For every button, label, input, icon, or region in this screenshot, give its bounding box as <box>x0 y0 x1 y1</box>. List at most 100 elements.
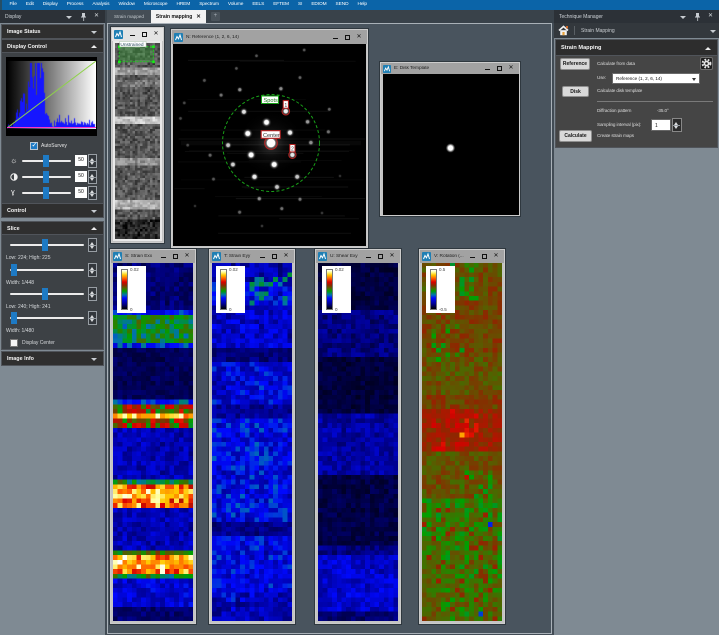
survey-window-titlebar[interactable]: ✕ <box>112 28 163 41</box>
disk-window-titlebar[interactable]: E: Disk Template ✕ <box>381 63 519 74</box>
autosurvey-checkbox[interactable] <box>30 142 38 150</box>
menu-help[interactable]: Help <box>353 0 371 10</box>
slice-spinner3[interactable] <box>88 287 97 301</box>
shear-exy-window-titlebar[interactable]: U: Shear Exy ✕ <box>316 250 400 263</box>
slice-spinner2[interactable] <box>88 263 97 277</box>
brightness-slider-thumb[interactable] <box>43 155 49 167</box>
brightness-spinner[interactable] <box>88 154 97 168</box>
close-button[interactable]: ✕ <box>150 28 162 41</box>
slice-slider4-thumb[interactable] <box>11 312 17 324</box>
menu-display[interactable]: Display <box>38 0 62 10</box>
sampling-interval-input[interactable]: 1 <box>651 119 671 131</box>
close-icon[interactable]: ✕ <box>708 13 713 20</box>
chevron-down-icon[interactable] <box>680 13 687 20</box>
menu-volume[interactable]: Volume <box>223 0 247 10</box>
strain-eyy-window[interactable]: T: Strain Eyy ✕ 0.02 0 <box>209 249 295 624</box>
home-icon[interactable] <box>558 25 569 36</box>
menu-analysis[interactable]: Analysis <box>88 0 114 10</box>
diffraction-pattern[interactable]: Spots Center 1 2 <box>173 44 366 246</box>
gamma-curve-line[interactable] <box>7 61 96 129</box>
shear-exy-image[interactable] <box>318 263 398 621</box>
reference-window-titlebar[interactable]: N: Reference (1, 2, 6, 14) ✕ <box>172 30 367 44</box>
settings-button[interactable] <box>700 57 713 70</box>
histogram-plot[interactable] <box>7 61 96 129</box>
slice-spinner1[interactable] <box>88 238 97 252</box>
tab-strain-mapping[interactable]: Strain mapping ✕ <box>150 10 206 23</box>
strain-eyy-window-titlebar[interactable]: T: Strain Eyy ✕ <box>210 250 294 263</box>
calculate-button[interactable]: Calculate <box>559 130 592 142</box>
slice-slider1-thumb[interactable] <box>42 239 48 251</box>
strain-exx-image[interactable] <box>113 263 193 621</box>
survey-image-window[interactable]: ✕ Unstrained <box>111 27 164 243</box>
maximize-button[interactable] <box>374 250 386 263</box>
tab-close-icon[interactable]: ✕ <box>196 14 201 20</box>
maximize-button[interactable] <box>169 250 181 263</box>
tab-strain-mapped[interactable]: Strain mapped <box>107 10 151 23</box>
menu-hrem[interactable]: HREM <box>172 0 195 10</box>
section-slice[interactable]: Slice <box>2 222 103 235</box>
menu-spectrum[interactable]: Spectrum <box>195 0 224 10</box>
minimize-button[interactable] <box>481 63 493 74</box>
technique-selector[interactable]: Strain Mapping <box>581 28 709 34</box>
minimize-button[interactable] <box>329 31 341 44</box>
rotation-window[interactable]: V: Rotation (... ✕ 0.5 -0.5 <box>419 249 505 624</box>
minimize-button[interactable] <box>126 28 138 41</box>
chevron-down-icon[interactable] <box>709 27 716 34</box>
section-strain-mapping[interactable]: Strain Mapping <box>556 40 717 56</box>
close-button[interactable]: ✕ <box>505 63 517 74</box>
brightness-value[interactable]: 50 <box>75 155 87 166</box>
close-button[interactable]: ✕ <box>353 31 365 44</box>
slice-slider3-thumb[interactable] <box>42 288 48 300</box>
g2-label[interactable]: 2 <box>289 144 296 153</box>
contrast-spinner[interactable] <box>88 170 97 184</box>
section-image-status[interactable]: Image Status <box>2 25 103 38</box>
menu-eels[interactable]: EELS <box>248 0 269 10</box>
menu-si[interactable]: SI <box>293 0 306 10</box>
slice-slider2-track[interactable] <box>10 269 84 271</box>
gamma-spinner[interactable] <box>88 186 97 200</box>
strain-exx-window[interactable]: S: Strain Exx ✕ 0.02 0 <box>110 249 196 624</box>
disk-template-window[interactable]: E: Disk Template ✕ <box>380 62 520 216</box>
menu-edit[interactable]: Edit <box>21 0 38 10</box>
sampling-spinner[interactable] <box>672 118 682 132</box>
section-display-control[interactable]: Display Control <box>2 40 103 53</box>
minimize-button[interactable] <box>256 250 268 263</box>
spots-label[interactable]: Spots <box>261 95 279 104</box>
slice-spinner4[interactable] <box>88 311 97 325</box>
close-icon[interactable]: ✕ <box>94 13 99 20</box>
menu-microscope[interactable]: Microscope <box>139 0 172 10</box>
pin-icon[interactable] <box>694 12 701 21</box>
slice-slider4-track[interactable] <box>10 317 84 319</box>
chevron-down-icon[interactable] <box>66 13 73 20</box>
strain-eyy-image[interactable] <box>212 263 292 621</box>
pin-icon[interactable] <box>80 12 87 21</box>
center-label[interactable]: Center <box>260 130 281 139</box>
disk-template-image[interactable] <box>383 74 519 215</box>
new-workspace-button[interactable]: + <box>210 12 220 21</box>
menu-process[interactable]: Process <box>62 0 88 10</box>
disk-button[interactable]: Disk <box>562 86 589 97</box>
menu-window[interactable]: Window <box>114 0 139 10</box>
strain-exx-window-titlebar[interactable]: S: Strain Exx ✕ <box>111 250 195 263</box>
slice-slider2-thumb[interactable] <box>11 264 17 276</box>
menu-file[interactable]: File <box>5 0 21 10</box>
menu-eftem[interactable]: EFTEM <box>269 0 294 10</box>
maximize-button[interactable] <box>493 63 505 74</box>
unstrained-roi[interactable] <box>118 46 154 63</box>
minimize-button[interactable] <box>157 250 169 263</box>
minimize-button[interactable] <box>362 250 374 263</box>
contrast-slider-thumb[interactable] <box>43 171 49 183</box>
section-control[interactable]: Control <box>2 204 103 217</box>
maximize-button[interactable] <box>341 31 353 44</box>
maximize-button[interactable] <box>138 28 150 41</box>
gamma-slider-thumb[interactable] <box>43 187 49 199</box>
reference-select[interactable]: Reference (1, 2, 6, 14) <box>612 73 700 84</box>
contrast-value[interactable]: 50 <box>75 171 87 182</box>
close-button[interactable]: ✕ <box>490 250 502 263</box>
maximize-button[interactable] <box>478 250 490 263</box>
reference-button[interactable]: Reference <box>560 58 590 70</box>
close-button[interactable]: ✕ <box>181 250 193 263</box>
menu-ediom[interactable]: EDIOM <box>307 0 331 10</box>
menu-send[interactable]: SEND <box>331 0 353 10</box>
rotation-window-titlebar[interactable]: V: Rotation (... ✕ <box>420 250 504 263</box>
